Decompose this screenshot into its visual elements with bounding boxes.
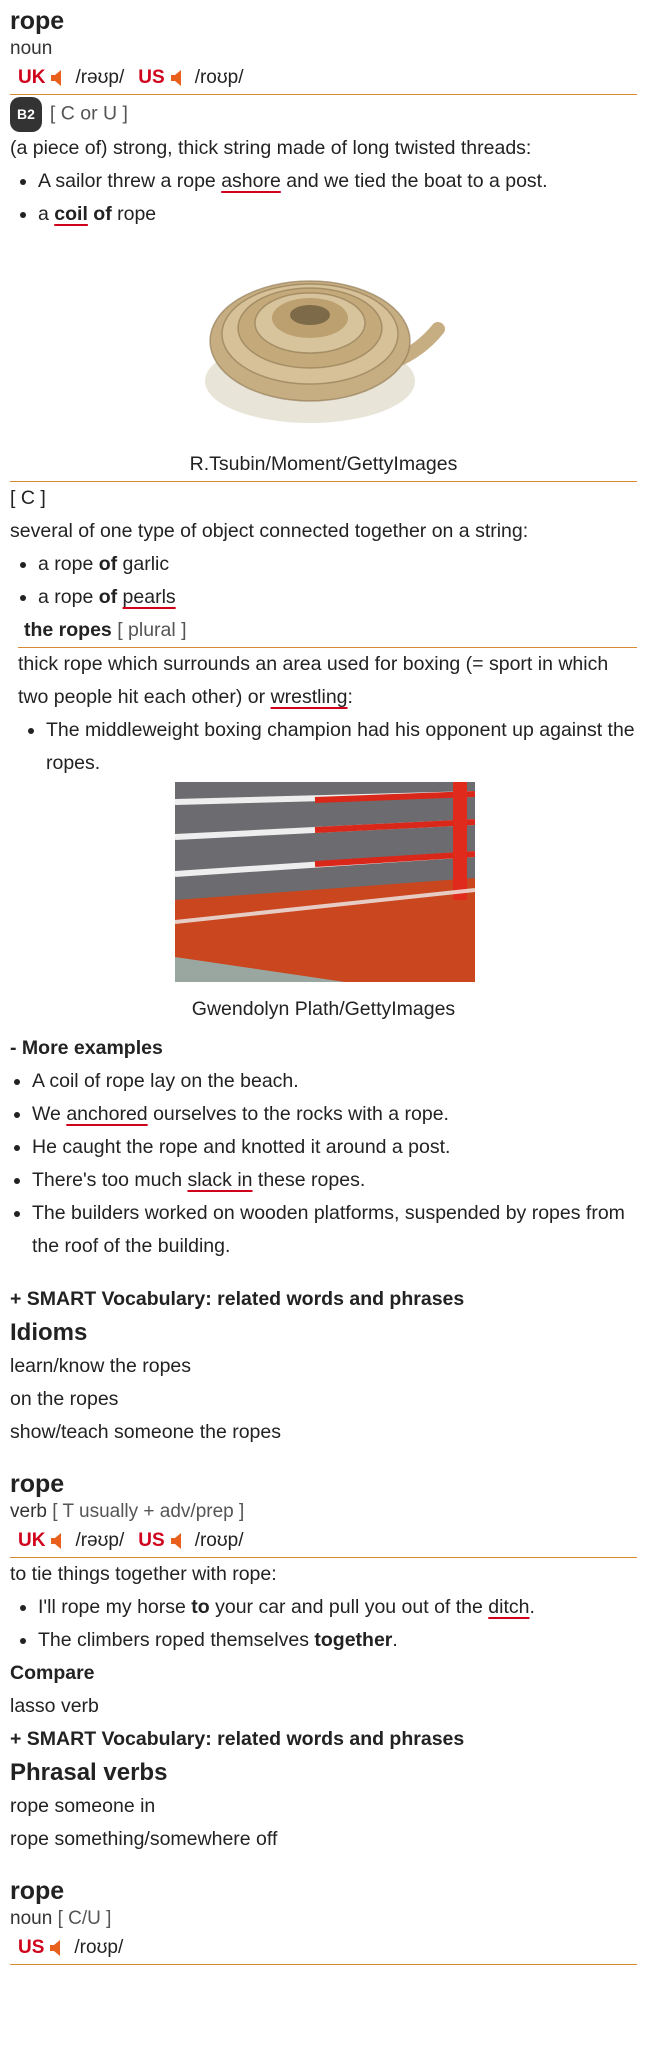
word-link[interactable]: wrestling [271,686,348,708]
example: He caught the rope and knotted it around… [32,1131,637,1164]
divider [10,94,637,95]
us-label: US [18,1937,45,1958]
phrasal-verbs-heading: Phrasal verbs [10,1759,168,1786]
pronunciation-row: US /roʊp/ [10,1932,637,1964]
pronunciation-row: UK /rəʊp/ US /roʊp/ [10,1525,637,1557]
definition: (a piece of) strong, thick string made o… [10,137,532,159]
word-link[interactable]: slack in [187,1169,252,1191]
divider [10,1964,637,1965]
example: a rope of pearls [38,581,637,614]
headword: rope [10,7,65,35]
level-badge: B2 [10,97,42,132]
example: I'll rope my horse to your car and pull … [38,1591,637,1624]
smart-vocabulary-toggle[interactable]: + SMART Vocabulary: related words and ph… [10,1723,637,1756]
smart-vocabulary-toggle[interactable]: + SMART Vocabulary: related words and ph… [10,1283,637,1316]
word-link[interactable]: anchored [66,1103,147,1125]
example: a coil of rope [38,198,637,231]
grammar-label: [ T usually + adv/prep ] [52,1501,245,1522]
idiom-link[interactable]: learn/know the ropes [10,1350,637,1383]
phrasal-verb-link[interactable]: rope something/somewhere off [10,1823,637,1856]
boxing-ring-image [10,780,637,982]
example: The climbers roped themselves together. [38,1624,637,1657]
us-label: US [138,1530,165,1551]
more-examples-toggle[interactable]: - More examples [10,1032,637,1065]
word-link[interactable]: ashore [221,170,281,192]
example: The builders worked on wooden platforms,… [32,1197,637,1263]
us-ipa: /roʊp/ [194,67,244,88]
example: A coil of rope lay on the beach. [32,1065,637,1098]
phrasal-verb-link[interactable]: rope someone in [10,1790,637,1823]
pronunciation-row: UK /rəʊp/ US /roʊp/ [10,62,637,94]
grammar-label: [ plural ] [117,619,187,641]
uk-label: UK [18,1530,46,1551]
idiom-link[interactable]: on the ropes [10,1383,637,1416]
speaker-icon[interactable] [169,1532,187,1550]
idiom-link[interactable]: show/teach someone the ropes [10,1416,637,1449]
definition: several of one type of object connected … [10,520,529,542]
grammar-label: [ C ] [10,487,46,509]
phrase-label: the ropes [24,619,112,641]
image-caption: R.Tsubin/Moment/GettyImages [189,453,458,475]
word-link[interactable]: ditch [488,1596,529,1618]
uk-label: UK [18,67,46,88]
compare-heading: Compare [10,1662,95,1684]
definition: to tie things together with rope: [10,1563,277,1585]
part-of-speech: verb [10,1501,47,1522]
idioms-heading: Idioms [10,1319,88,1346]
speaker-icon[interactable] [49,1532,67,1550]
speaker-icon[interactable] [49,69,67,87]
compare-link[interactable]: lasso verb [10,1690,637,1723]
us-ipa: /roʊp/ [74,1937,124,1958]
example: There's too much slack in these ropes. [32,1164,637,1197]
part-of-speech: noun [10,1908,53,1929]
grammar-label: [ C/U ] [57,1908,112,1929]
part-of-speech: noun [10,38,53,59]
example: The middleweight boxing champion had his… [46,714,637,780]
rope-coil-image [10,231,637,443]
us-label: US [138,67,165,88]
headword: rope [10,1877,65,1905]
example: A sailor threw a rope ashore and we tied… [38,165,637,198]
word-link[interactable]: pearls [123,586,176,608]
speaker-icon[interactable] [48,1939,66,1957]
headword: rope [10,1470,65,1498]
uk-ipa: /rəʊp/ [75,67,125,88]
definition: thick rope which surrounds an area used … [18,653,609,708]
example: We anchored ourselves to the rocks with … [32,1098,637,1131]
us-ipa: /roʊp/ [194,1530,244,1551]
word-link[interactable]: coil [54,203,88,225]
grammar-label: [ C or U ] [49,102,128,125]
uk-ipa: /rəʊp/ [75,1530,125,1551]
speaker-icon[interactable] [169,69,187,87]
image-caption: Gwendolyn Plath/GettyImages [191,998,456,1020]
example: a rope of garlic [38,548,637,581]
